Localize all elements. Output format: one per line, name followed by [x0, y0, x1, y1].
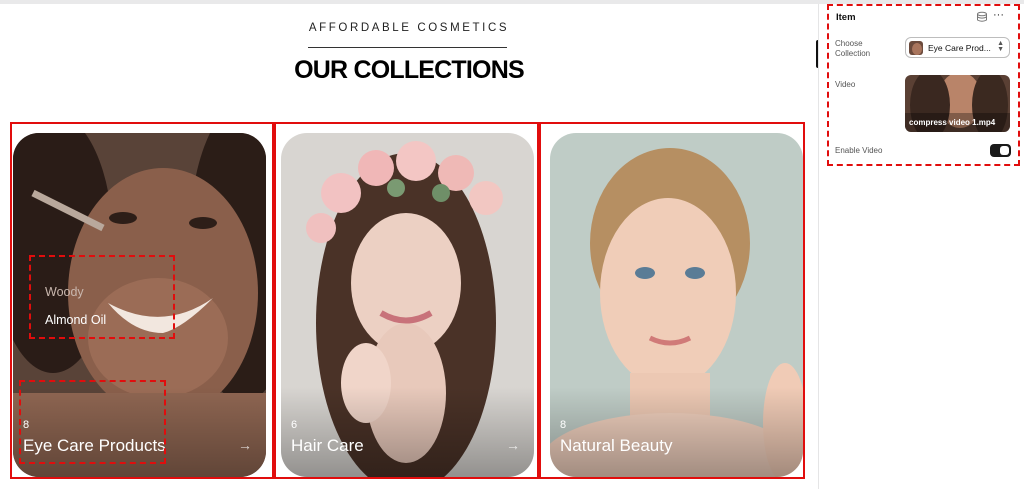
- collection-card-3[interactable]: 8 Natural Beauty: [550, 133, 803, 477]
- video-thumbnail[interactable]: compress video 1.mp4: [905, 75, 1010, 132]
- database-icon[interactable]: [976, 11, 988, 23]
- hotspot-brand: Woody: [45, 285, 84, 299]
- card-title-2: Hair Care: [291, 436, 364, 455]
- card-shade-2: [281, 387, 534, 477]
- arrow-right-icon[interactable]: →: [506, 437, 520, 453]
- card-count-2: 6: [291, 419, 298, 431]
- enable-video-toggle[interactable]: [990, 144, 1011, 157]
- title-highlight: [19, 380, 166, 464]
- arrow-right-icon[interactable]: →: [238, 437, 252, 453]
- hotspot-product[interactable]: Almond Oil: [45, 313, 106, 327]
- eyebrow-rule: [308, 47, 507, 48]
- section-heading: OUR COLLECTIONS: [294, 56, 524, 84]
- toggle-knob: [1000, 146, 1009, 155]
- section-eyebrow: AFFORDABLE COSMETICS: [308, 22, 510, 34]
- collection-select[interactable]: Eye Care Prod... ▲ ▼: [905, 37, 1010, 58]
- collection-value: Eye Care Prod...: [928, 43, 991, 53]
- enable-video-label: Enable Video: [835, 146, 883, 155]
- chevron-updown-icon: ▲ ▼: [997, 40, 1004, 53]
- card-shade-3: [550, 387, 803, 477]
- video-filename: compress video 1.mp4: [909, 118, 996, 127]
- collection-card-2[interactable]: 6 Hair Care →: [281, 133, 534, 477]
- collection-thumb: [909, 41, 923, 55]
- video-label: Video: [835, 80, 856, 89]
- panel-title: Item: [836, 12, 856, 23]
- card-count-3: 8: [560, 419, 567, 431]
- collection-label: Choose Collection: [835, 39, 871, 58]
- more-icon[interactable]: ···: [993, 9, 1004, 21]
- card-title-3: Natural Beauty: [560, 436, 673, 455]
